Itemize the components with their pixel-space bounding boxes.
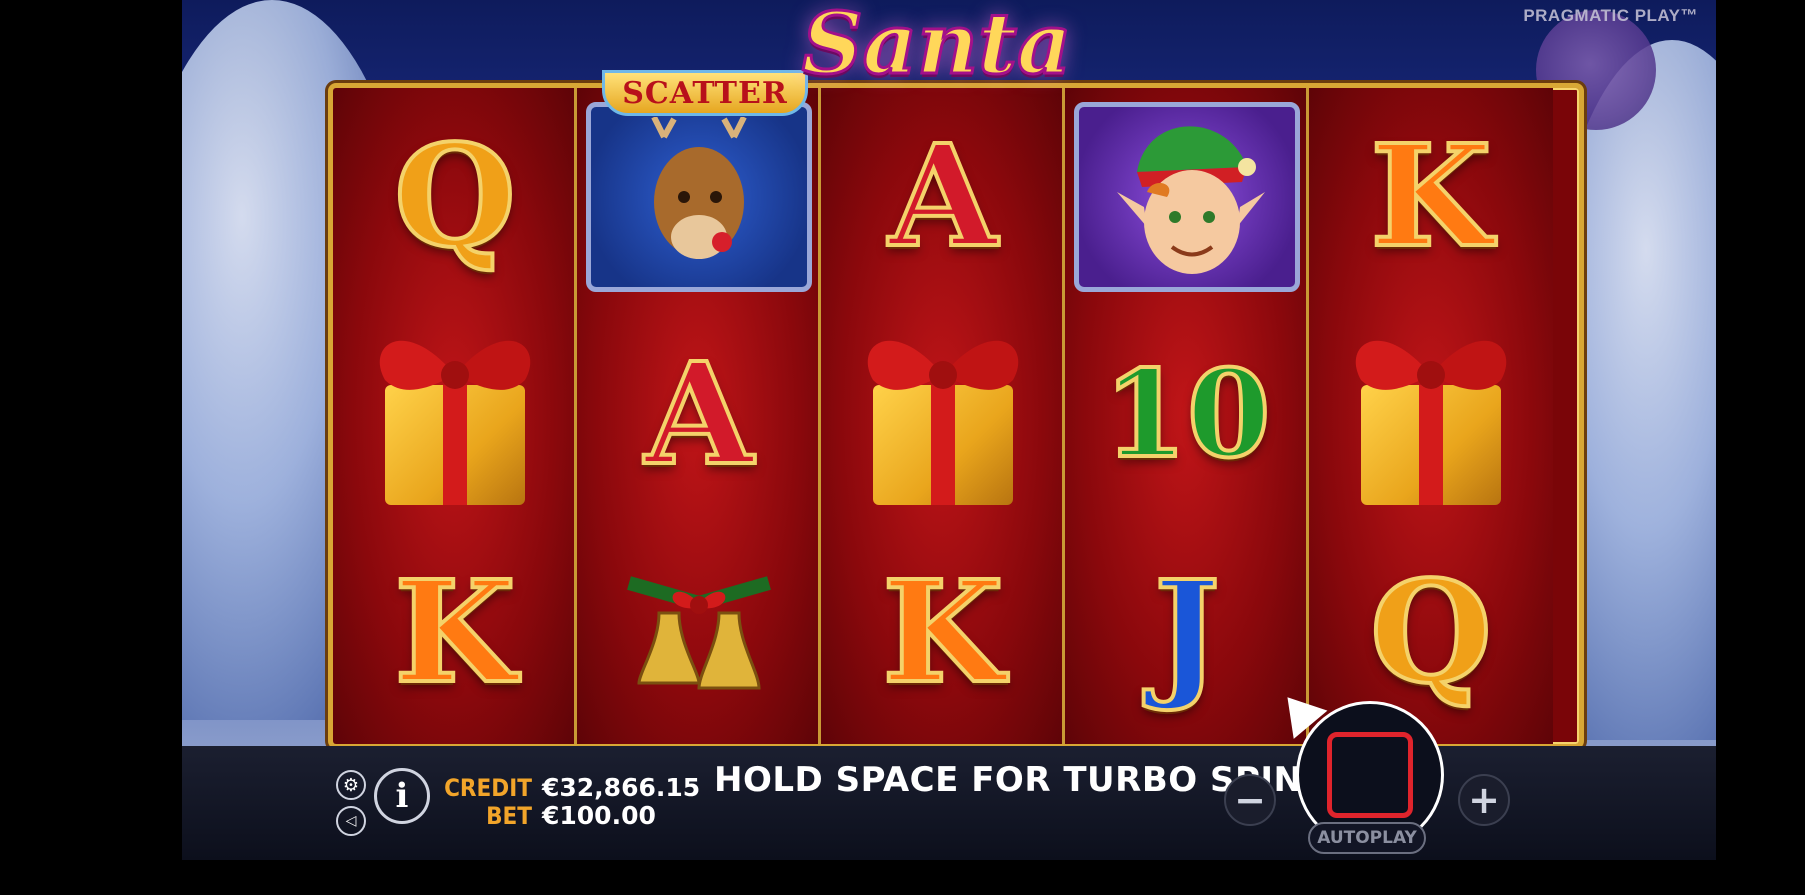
- bet-decrease-button[interactable]: −: [1224, 774, 1276, 826]
- plus-icon: +: [1468, 778, 1500, 822]
- stop-icon: [1327, 732, 1413, 818]
- game-screen: PRAGMATIC PLAY™ Q K A A K 10 J K Q SCATT…: [182, 0, 1716, 860]
- reel-2: A: [577, 88, 821, 744]
- speaker-icon: ◁: [345, 813, 357, 829]
- bet-label: BET: [486, 802, 532, 830]
- bells-icon: [627, 576, 771, 690]
- symbol-k: K: [1309, 88, 1553, 306]
- symbol-label: A: [643, 333, 756, 497]
- reel-1: Q K: [333, 88, 577, 744]
- reel-5: K Q: [1309, 88, 1553, 744]
- symbol-label: 10: [1102, 344, 1273, 485]
- autoplay-button[interactable]: AUTOPLAY: [1308, 822, 1426, 854]
- reel-3: A K: [821, 88, 1065, 744]
- info-icon: i: [395, 776, 409, 816]
- symbol-10: 10: [1065, 306, 1309, 524]
- symbol-label: K: [880, 551, 1006, 715]
- credit-value: €32,866.15: [542, 773, 701, 802]
- bet-value: €100.00: [542, 801, 656, 830]
- symbol-label: A: [887, 115, 1000, 279]
- symbol-label: K: [392, 551, 518, 715]
- symbol-label: Q: [392, 115, 518, 279]
- gift-icon: [1331, 315, 1531, 515]
- symbol-gift: [1309, 306, 1553, 524]
- symbol-gift: [333, 306, 577, 524]
- scatter-tag: SCATTER: [602, 70, 808, 116]
- symbol-a: A: [577, 306, 821, 524]
- symbol-label: J: [1152, 551, 1222, 715]
- symbol-reindeer: [577, 88, 821, 306]
- info-button[interactable]: i: [374, 768, 430, 824]
- symbol-k: K: [333, 524, 577, 742]
- elf-icon: [1074, 102, 1300, 292]
- gift-icon: [843, 315, 1043, 515]
- symbol-elf: [1065, 88, 1309, 306]
- game-logo: Santa: [800, 0, 1072, 95]
- sound-button[interactable]: ◁: [336, 806, 366, 836]
- turbo-spin-message: HOLD SPACE FOR TURBO SPIN: [714, 760, 1303, 800]
- bottom-bar: ⚙ ◁ i CREDIT €32,866.15 BET €100.00 HOLD…: [182, 683, 1716, 860]
- symbol-gift: [821, 306, 1065, 524]
- gear-icon: ⚙: [342, 774, 360, 796]
- brand-label: PRAGMATIC PLAY™: [1523, 6, 1698, 25]
- symbol-bells: [577, 524, 821, 742]
- reel-4: 10 J: [1065, 88, 1309, 744]
- symbol-q: Q: [333, 88, 577, 306]
- reindeer-icon: [586, 102, 812, 292]
- symbol-k: K: [821, 524, 1065, 742]
- minus-icon: −: [1234, 778, 1266, 822]
- settings-button[interactable]: ⚙: [336, 770, 366, 800]
- symbol-label: K: [1368, 115, 1494, 279]
- credit-label: CREDIT: [444, 774, 532, 802]
- gift-icon: [355, 315, 555, 515]
- symbol-label: Q: [1368, 551, 1494, 715]
- symbol-a: A: [821, 88, 1065, 306]
- bet-increase-button[interactable]: +: [1458, 774, 1510, 826]
- reels-frame: Q K A A K 10 J K Q: [328, 83, 1584, 749]
